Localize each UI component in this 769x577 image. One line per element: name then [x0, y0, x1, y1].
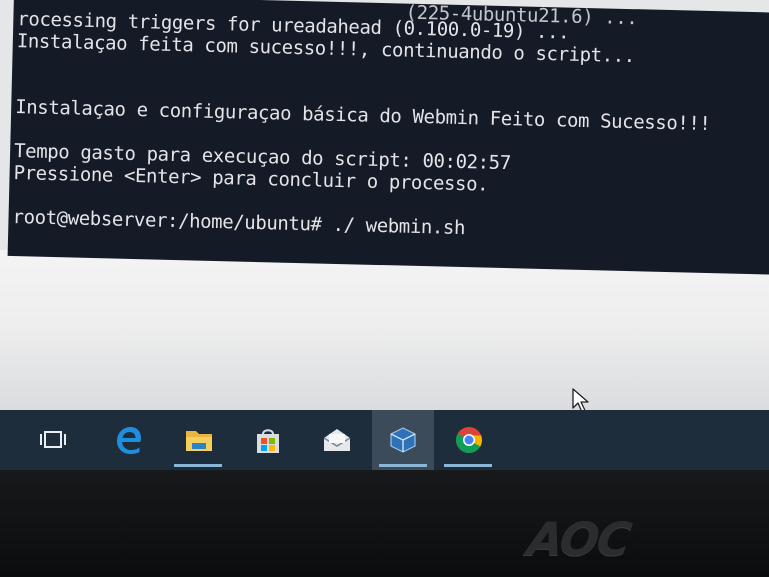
running-indicator	[379, 464, 427, 467]
desktop-background	[0, 250, 769, 415]
taskbar-edge[interactable]	[99, 410, 155, 470]
taskbar-chrome[interactable]	[440, 410, 496, 470]
terminal-window[interactable]: (225-4ubuntu21.6) ... rocessing triggers…	[7, 0, 769, 275]
taskbar-virtualbox[interactable]	[372, 410, 434, 470]
mail-icon	[322, 426, 352, 454]
terminal-line: Instalaçao e configuraçao básica do Webm…	[14, 96, 711, 136]
taskbar	[0, 410, 769, 470]
microsoft-store-icon	[253, 426, 283, 454]
taskbar-file-explorer[interactable]	[170, 410, 226, 470]
task-view-icon	[38, 426, 68, 454]
monitor-brand-logo: AOC	[524, 512, 633, 566]
running-indicator	[444, 464, 492, 467]
taskbar-store[interactable]	[239, 410, 295, 470]
taskbar-task-view[interactable]	[24, 410, 80, 470]
chrome-icon	[454, 426, 484, 454]
virtualbox-icon	[388, 426, 418, 454]
monitor-screen: (225-4ubuntu21.6) ... rocessing triggers…	[0, 0, 769, 470]
terminal-prompt-line[interactable]: root@webserver:/home/ubuntu# ./ webmin.s…	[12, 206, 465, 239]
running-indicator	[174, 464, 222, 467]
monitor-bezel	[0, 470, 769, 577]
file-explorer-icon	[184, 426, 214, 454]
taskbar-mail[interactable]	[308, 410, 364, 470]
edge-browser-icon	[113, 426, 143, 454]
